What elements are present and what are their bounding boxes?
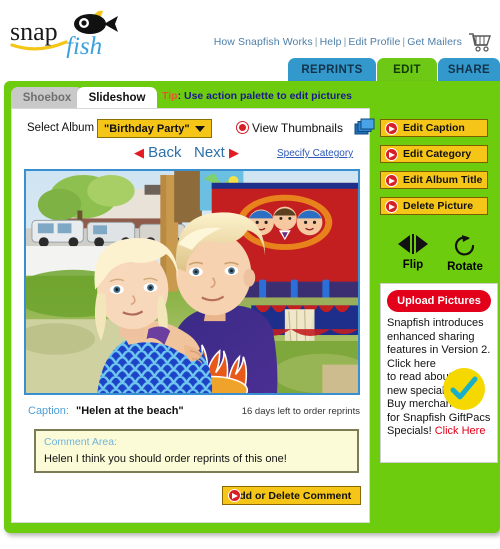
utility-nav: How Snapfish Works | Help | Edit Profile | Get…	[214, 36, 462, 48]
edit-workspace-panel: Shoebox Slideshow Tip: Use action palett…	[4, 81, 500, 533]
shopping-cart-icon[interactable]	[466, 30, 492, 54]
nav-help[interactable]: Help	[320, 36, 342, 48]
red-arrow-bullet-icon	[385, 174, 398, 187]
checkmark-badge-icon	[443, 368, 485, 410]
add-or-delete-comment-label: Add or Delete Comment	[231, 490, 352, 502]
slideshow-content-card: Select Album "Birthday Party" View Thumb…	[11, 108, 375, 523]
stacked-photos-icon[interactable]	[354, 118, 376, 138]
back-button[interactable]: ◀ Back	[134, 144, 182, 161]
rotate-clockwise-icon	[454, 235, 475, 256]
fish-icon	[74, 10, 118, 34]
add-or-delete-comment-button[interactable]: Add or Delete Comment	[222, 486, 361, 505]
view-thumbnails-label: View Thumbnails	[252, 121, 343, 135]
next-arrow-icon: ▶	[229, 145, 240, 160]
delete-picture-label: Delete Picture	[403, 200, 474, 212]
album-select[interactable]: "Birthday Party"	[97, 119, 212, 138]
select-album-label: Select Album	[27, 122, 95, 134]
tab-reprints[interactable]: REPRINTS	[288, 58, 376, 82]
tab-edit[interactable]: EDIT	[377, 58, 437, 82]
caption-label: Caption:	[28, 405, 69, 417]
tip-text: Use action palette to edit pictures	[183, 90, 353, 102]
promo-line-1: Snapfish introduces	[387, 317, 484, 329]
flip-horizontal-icon	[398, 234, 428, 254]
nav-get-mailers[interactable]: Get Mailers	[407, 36, 462, 48]
tab-share[interactable]: SHARE	[438, 58, 500, 82]
reprints-countdown: 16 days left to order reprints	[241, 406, 360, 417]
promo-click-here-link[interactable]: Click Here	[435, 425, 486, 437]
nav-how-snapfish-works[interactable]: How Snapfish Works	[214, 36, 313, 48]
upload-promo-panel: Upload Pictures Snapfish introduces enha…	[380, 283, 498, 463]
back-arrow-icon: ◀	[134, 145, 144, 160]
comment-area-text: Helen I think you should order reprints …	[44, 453, 287, 465]
flip-button[interactable]: Flip	[390, 233, 436, 271]
svg-text:fish: fish	[66, 33, 102, 58]
edit-category-label: Edit Category	[403, 148, 472, 160]
rotate-button[interactable]: Rotate	[441, 233, 489, 273]
photo-frame[interactable]	[24, 169, 360, 395]
edit-album-title-label: Edit Album Title	[403, 174, 483, 186]
slideshow-nav-row: ◀ Back Next ▶ Specify Category	[22, 144, 362, 166]
delete-picture-button[interactable]: Delete Picture	[380, 197, 488, 215]
specify-category-link[interactable]: Specify Category	[277, 148, 353, 159]
promo-line-2: enhanced sharing	[387, 330, 475, 343]
tip-prefix: Tip	[162, 90, 178, 102]
red-dot-icon	[237, 122, 248, 133]
red-arrow-bullet-icon	[385, 148, 398, 161]
nav-separator-1: |	[314, 36, 318, 48]
comment-area[interactable]: Comment Area: Helen I think you should o…	[34, 429, 359, 473]
next-label: Next	[194, 144, 225, 161]
edit-caption-button[interactable]: Edit Caption	[380, 119, 488, 137]
slideshow-photo	[26, 171, 358, 393]
chevron-down-icon	[195, 126, 205, 132]
caption-row: Caption: "Helen at the beach" 16 days le…	[24, 405, 360, 421]
album-selector-row: Select Album "Birthday Party" View Thumb…	[22, 118, 375, 139]
red-arrow-bullet-icon	[228, 489, 241, 502]
view-thumbnails-button[interactable]: View Thumbnails	[237, 119, 343, 138]
promo-line-5: to read about	[387, 371, 452, 383]
back-label: Back	[148, 144, 182, 161]
edit-category-button[interactable]: Edit Category	[380, 145, 488, 163]
upload-pictures-button[interactable]: Upload Pictures	[387, 290, 491, 312]
edit-caption-label: Edit Caption	[403, 122, 465, 134]
caption-value: "Helen at the beach"	[76, 405, 184, 417]
tab-shoebox[interactable]: Shoebox	[11, 87, 83, 109]
primary-tab-bar: REPRINTS EDIT SHARE	[0, 58, 500, 82]
rotate-label: Rotate	[447, 261, 483, 273]
red-arrow-bullet-icon	[385, 200, 398, 213]
page-header: snap fish How Snapfish Works | Help | Edit P…	[0, 0, 500, 60]
album-select-value: "Birthday Party"	[104, 123, 190, 135]
edit-album-title-button[interactable]: Edit Album Title	[380, 171, 488, 189]
snapfish-logo[interactable]: snap fish	[8, 4, 126, 58]
comment-area-label: Comment Area:	[44, 436, 117, 448]
promo-line-3: features in Version 2.	[387, 344, 491, 356]
tip-banner: Tip: Use action palette to edit pictures	[162, 90, 352, 102]
promo-line-9: Specials!	[387, 425, 432, 437]
promo-line-4[interactable]: Click here	[387, 358, 436, 370]
tab-slideshow[interactable]: Slideshow	[77, 87, 157, 109]
next-button[interactable]: Next ▶	[194, 144, 239, 161]
svg-text:snap: snap	[10, 17, 58, 46]
red-arrow-bullet-icon	[385, 122, 398, 135]
flip-label: Flip	[402, 259, 424, 271]
promo-line-8: for Snapfish GiftPacs	[387, 411, 491, 424]
nav-edit-profile[interactable]: Edit Profile	[348, 36, 400, 48]
